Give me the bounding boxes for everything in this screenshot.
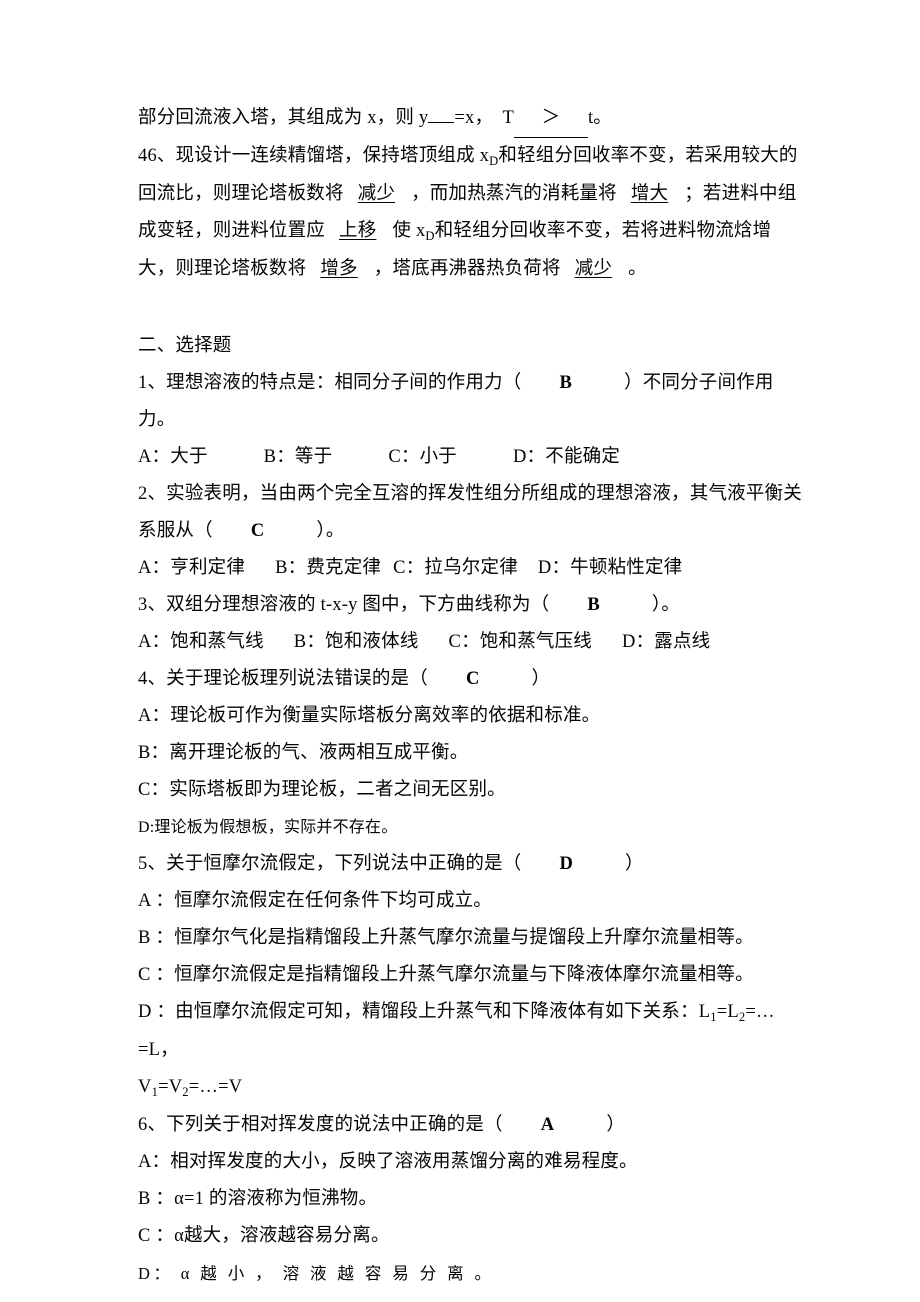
question-4-option-c[interactable]: C：实际塔板即为理论板，二者之间无区别。 [138, 772, 802, 809]
question-2-option-c-text[interactable]: 拉乌尔定律 [424, 558, 518, 578]
question-5-stem-post: ） [625, 854, 644, 874]
question-3-option-c-label: C： [448, 632, 480, 652]
question-3-option-d-label: D： [622, 632, 655, 652]
question-6-stem-pre: 6、下列关于相对挥发度的说法中正确的是（ [138, 1115, 503, 1135]
blank-y[interactable] [428, 122, 455, 123]
question-2-stem: 2、实验表明，当由两个完全互溶的挥发性组分所组成的理想溶液，其气液平衡关系服从（… [138, 476, 802, 550]
question-6-option-b[interactable]: B ：α=1 的溶液称为恒沸物。 [138, 1181, 802, 1218]
question-6-option-d[interactable]: D： α 越 小 ， 溶 液 越 容 易 分 离 。 [138, 1255, 802, 1292]
question-6-answer[interactable]: A [541, 1115, 555, 1135]
answer-blank-1[interactable]: 减少 [344, 184, 411, 204]
section-heading-choice: 二、选择题 [138, 336, 232, 356]
fill-in-continued-mid: =x， T [454, 108, 514, 128]
question-5-option-d-mid3: =V [158, 1077, 183, 1097]
question-6-option-c[interactable]: C ：α越大，溶液越容易分离。 [138, 1218, 802, 1255]
question-3-option-b-text[interactable]: 饱和液体线 [325, 632, 419, 652]
question-2-answer[interactable]: C [251, 521, 265, 541]
question-5-option-d-mid4: =…=V [188, 1077, 243, 1097]
question-2-option-d-label: D： [537, 558, 571, 578]
question-4-option-a[interactable]: A：理论板可作为衡量实际塔板分离效率的依据和标准。 [138, 698, 802, 735]
question-4-option-b[interactable]: B：离开理论板的气、液两相互成平衡。 [138, 735, 802, 772]
question-6-stem: 6、下列关于相对挥发度的说法中正确的是（ A ） [138, 1107, 802, 1144]
question-1-stem-pre: 1、理想溶液的特点是：相同分子间的作用力（ [138, 373, 522, 393]
question-3-option-d-text[interactable]: 露点线 [654, 632, 710, 652]
question-5-option-d-next-pre: V [138, 1077, 152, 1097]
question-5-option-d-prefix: D ：由恒摩尔流假定可知，精馏段上升蒸气和下降液体有如下关系：L [138, 1002, 711, 1022]
question-4-stem-post: ） [531, 669, 551, 689]
question-46: 46、现设计一连续精馏塔，保持塔顶组成 xD和轻组分回收率不变，若采用较大的回流… [138, 138, 802, 288]
fill-in-continued-post: t。 [587, 108, 613, 128]
question-4-stem: 4、关于理论板理列说法错误的是（ C ） [138, 661, 802, 698]
subscript-d-1: D [489, 153, 499, 168]
question-1-option-d-label: D： [512, 447, 546, 467]
question-1-option-b-label: B： [263, 447, 295, 467]
question-2-option-b-text[interactable]: 费克定律 [306, 558, 381, 578]
subscript-v1: 1 [151, 1084, 159, 1099]
question-2-options: A：亨利定律 B：费克定律 C：拉乌尔定律 D：牛顿粘性定律 [138, 550, 802, 587]
question-2-stem-pre: 2、实验表明，当由两个完全互溶的挥发性组分所组成的理想溶液，其气液平衡关系服从（ [138, 484, 802, 541]
question-5-option-d-cont[interactable]: V1=V2=…=V [138, 1069, 802, 1107]
question-2-option-a-label: A： [138, 558, 171, 578]
question-2-stem-post: ）。 [316, 521, 345, 541]
question-2-option-c-label: C： [393, 558, 425, 578]
document-page: 部分回流液入塔，其组成为 x，则 y =x， T ＞ t。 46、现设计一连续精馏塔，… [0, 0, 920, 1302]
question-46-seg3: ，而加热蒸汽的消耗量将 [411, 184, 617, 204]
question-5-stem: 5、关于恒摩尔流假定，下列说法中正确的是（ D ） [138, 846, 802, 883]
question-3-stem: 3、双组分理想溶液的 t-x-y 图中，下方曲线称为（ B ）。 [138, 587, 802, 624]
question-1-answer[interactable]: B [559, 373, 572, 393]
question-2-option-b-label: B： [275, 558, 307, 578]
question-3-option-a-label: A： [138, 632, 171, 652]
document-body: 部分回流液入塔，其组成为 x，则 y =x， T ＞ t。 46、现设计一连续精馏塔，… [138, 100, 802, 1292]
question-5-answer[interactable]: D [559, 854, 573, 874]
question-4-option-d[interactable]: D:理论板为假想板，实际并不存在。 [138, 809, 802, 846]
question-5-option-c[interactable]: C ：恒摩尔流假定是指精馏段上升蒸气摩尔流量与下降液体摩尔流量相等。 [138, 957, 802, 994]
question-6-stem-post: ） [606, 1115, 626, 1135]
question-5-option-d[interactable]: D ：由恒摩尔流假定可知，精馏段上升蒸气和下降液体有如下关系：L1=L2=…=L… [138, 994, 802, 1069]
question-46-number: 46、 [138, 146, 176, 166]
answer-blank-2[interactable]: 增大 [617, 184, 684, 204]
question-3-option-c-text[interactable]: 饱和蒸气压线 [480, 632, 592, 652]
question-3-answer[interactable]: B [587, 595, 600, 615]
subscript-d-2: D [425, 228, 435, 243]
question-2-option-a-text[interactable]: 亨利定律 [170, 558, 245, 578]
question-46-seg1: 现设计一连续精馏塔，保持塔顶组成 x [175, 146, 490, 166]
question-1-options: A：大于 B：等于 C：小于 D：不能确定 [138, 439, 802, 476]
question-1-option-b-text[interactable]: 等于 [295, 447, 332, 467]
question-1-option-a-label: A： [138, 447, 171, 467]
blank-temperature-comparison[interactable]: ＞ [513, 100, 588, 138]
subscript-v2: 2 [182, 1084, 189, 1099]
question-46-seg5: 使 x [392, 221, 426, 241]
question-4-stem-pre: 4、关于理论板理列说法错误的是（ [138, 669, 428, 689]
question-4-answer[interactable]: C [466, 669, 480, 689]
question-5-option-a[interactable]: A ：恒摩尔流假定在任何条件下均可成立。 [138, 883, 802, 920]
question-46-seg7: ，塔底再沸器热负荷将 [373, 259, 561, 279]
question-6-option-a[interactable]: A：相对挥发度的大小，反映了溶液用蒸馏分离的难易程度。 [138, 1144, 802, 1181]
question-3-option-b-label: B： [293, 632, 326, 652]
question-3-option-a-text[interactable]: 饱和蒸气线 [170, 632, 264, 652]
answer-blank-3[interactable]: 上移 [325, 221, 392, 241]
question-5-option-d-mid1: =L [716, 1002, 739, 1022]
answer-blank-4[interactable]: 增多 [306, 259, 373, 279]
question-3-options: A：饱和蒸气线 B：饱和液体线 C：饱和蒸气压线 D：露点线 [138, 624, 802, 661]
question-1-stem: 1、理想溶液的特点是：相同分子间的作用力（ B ）不同分子间作用力。 [138, 365, 802, 439]
subscript-l1: 1 [710, 1009, 717, 1024]
fill-in-continued-pre: 部分回流液入塔，其组成为 x，则 y [138, 108, 429, 128]
question-1-option-c-text[interactable]: 小于 [420, 447, 457, 467]
subscript-l2: 2 [738, 1009, 746, 1024]
question-3-stem-pre: 3、双组分理想溶液的 t-x-y 图中，下方曲线称为（ [138, 595, 550, 615]
question-1-option-c-label: C： [388, 447, 420, 467]
question-2-option-d-text[interactable]: 牛顿粘性定律 [570, 558, 682, 578]
question-1-option-d-text[interactable]: 不能确定 [545, 447, 620, 467]
question-1-option-a-text[interactable]: 大于 [170, 447, 207, 467]
question-5-stem-pre: 5、关于恒摩尔流假定，下列说法中正确的是（ [138, 854, 522, 874]
question-3-stem-post: ）。 [651, 595, 681, 615]
question-46-seg8: 。 [628, 259, 647, 279]
question-5-option-b[interactable]: B ：恒摩尔气化是指精馏段上升蒸气摩尔流量与提馏段上升摩尔流量相等。 [138, 920, 802, 957]
fill-in-continued-line: 部分回流液入塔，其组成为 x，则 y =x， T ＞ t。 [138, 100, 802, 138]
answer-blank-5[interactable]: 减少 [561, 259, 628, 279]
